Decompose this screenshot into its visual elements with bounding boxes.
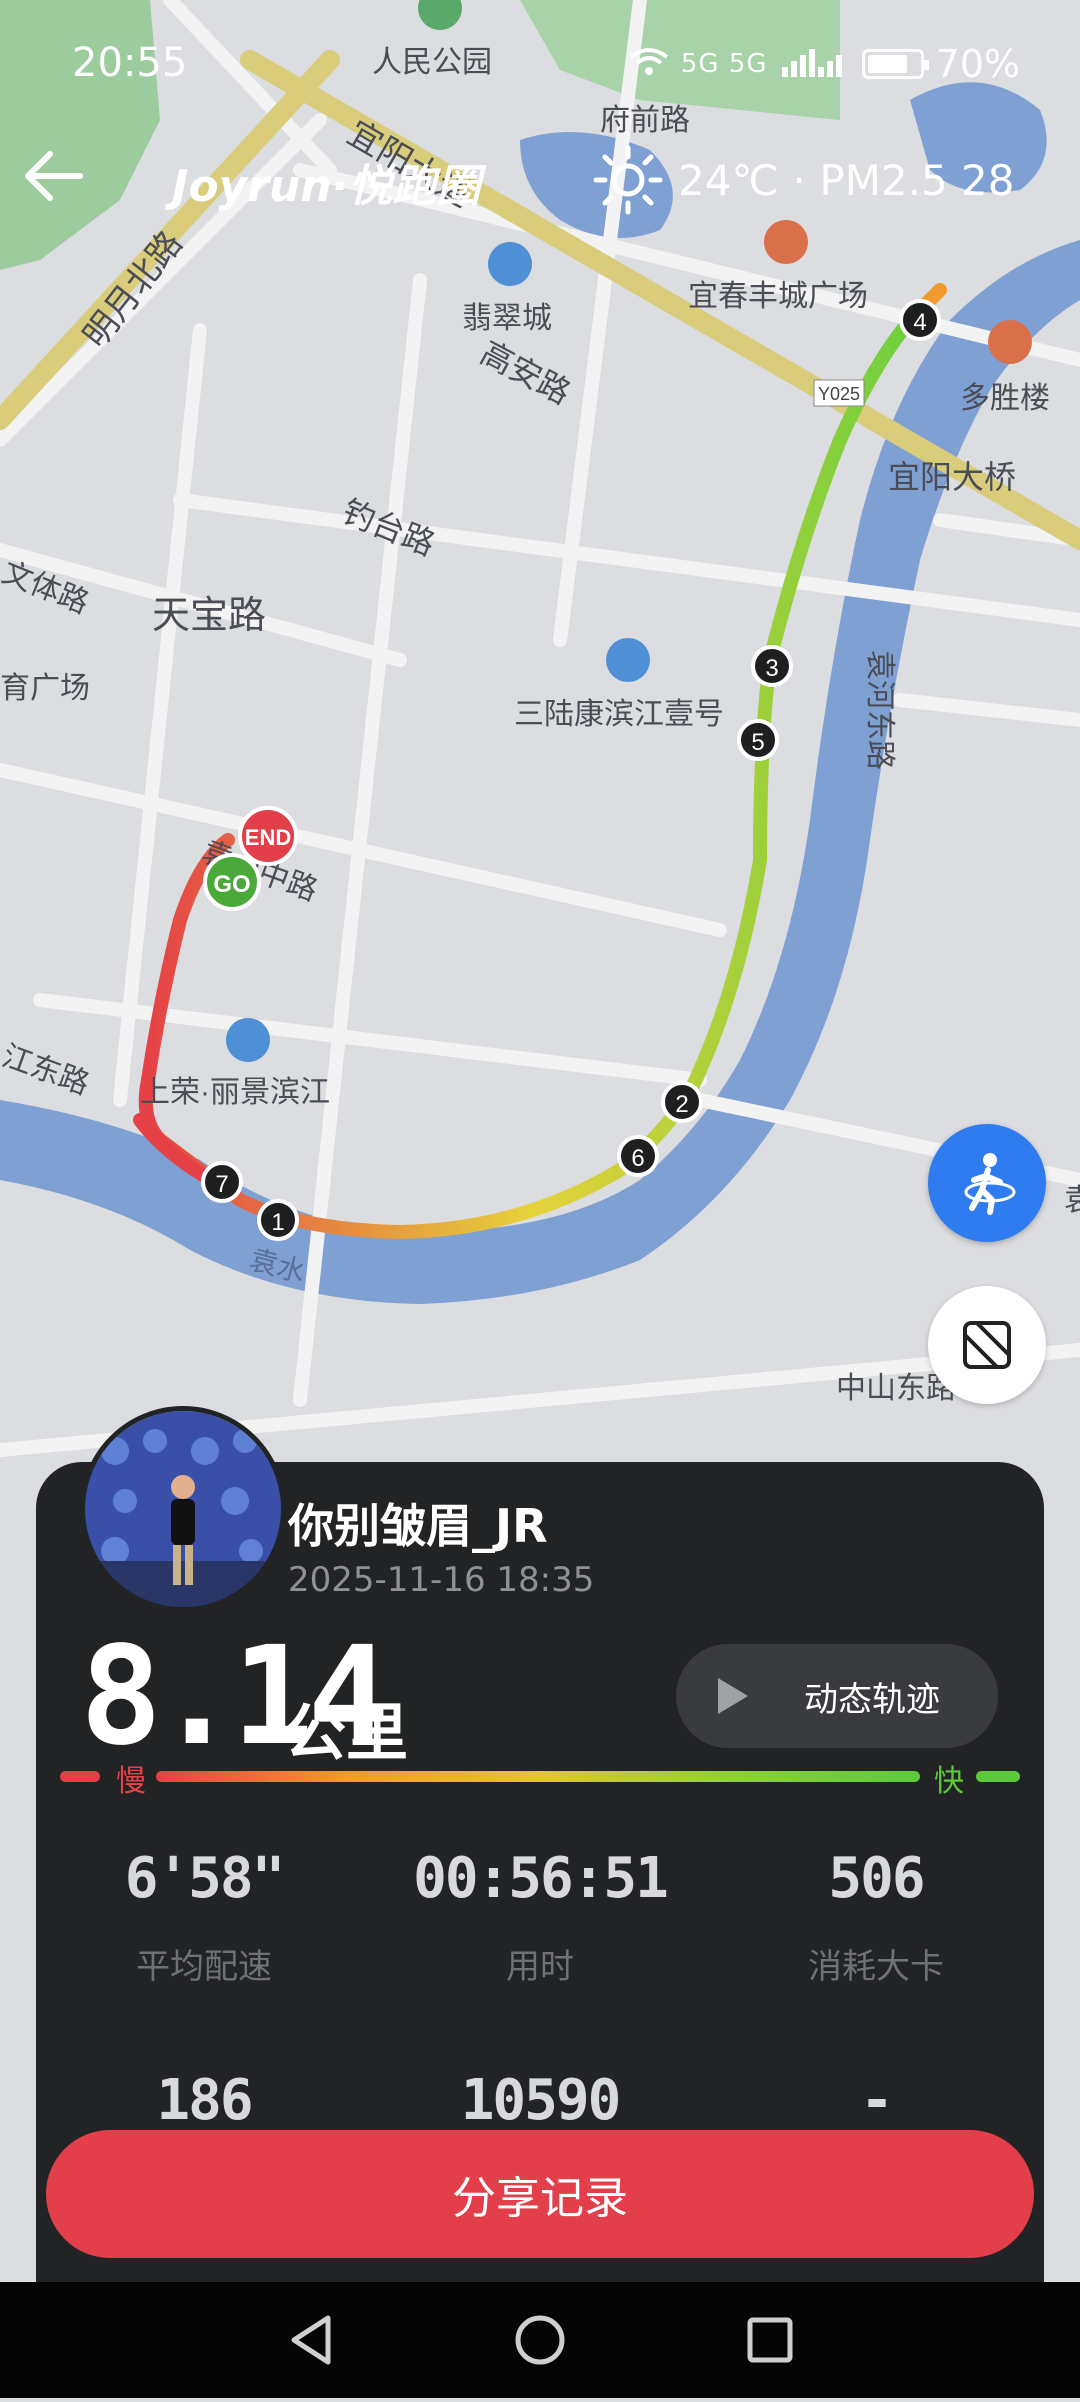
air-quality: · PM2.5 28 [792, 155, 1015, 205]
map-label-tiyu: 育广场 [0, 672, 90, 705]
km-marker-2: 2 [661, 1081, 703, 1123]
svg-text:Y025: Y025 [818, 384, 860, 404]
battery-icon [861, 49, 929, 79]
svg-text:2: 2 [675, 1091, 688, 1118]
stat-cadence: 186 [54, 2068, 354, 2133]
km-marker-4: 4 [899, 299, 941, 341]
pace-legend-fast: 快 [934, 1764, 964, 1799]
pace-legend-slow-swatch [60, 1771, 100, 1782]
stat-duration: 00:56:51 用时 [390, 1846, 690, 1988]
nav-recents-icon[interactable] [747, 2317, 793, 2363]
road-code-badge: Y025 [813, 379, 865, 407]
back-button[interactable] [20, 140, 90, 210]
svg-text:4: 4 [913, 309, 926, 336]
svg-text:5: 5 [751, 729, 764, 756]
stat-value: 00:56:51 [413, 1846, 669, 1911]
end-marker: END [238, 806, 298, 866]
svg-text:7: 7 [215, 1171, 228, 1198]
fit-view-icon [963, 1321, 1011, 1369]
nav-home-icon[interactable] [515, 2315, 565, 2365]
status-time: 20:55 [72, 40, 188, 86]
status-icons: 5G 5G 70% [629, 42, 1020, 86]
stat-value: 506 [828, 1846, 925, 1911]
map-label-bridge: 宜阳大桥 [888, 459, 1016, 495]
stat-label: 消耗大卡 [808, 1947, 944, 1987]
stat-calories: 506 消耗大卡 [726, 1846, 1026, 1988]
map-label-rongli: 上荣·丽景滨江 [140, 1076, 330, 1109]
pace-legend-fast-swatch [976, 1771, 1020, 1782]
km-marker-5: 5 [737, 719, 779, 761]
run-date: 2025-11-16 18:35 [288, 1560, 595, 1600]
km-marker-7: 7 [201, 1161, 243, 1203]
km-marker-1: 1 [257, 1199, 299, 1241]
map-label-feicui: 翡翠城 [462, 302, 552, 335]
map-label-yuan: 袁 [1064, 1184, 1080, 1217]
dynamic-track-button[interactable]: 动态轨迹 [676, 1644, 998, 1748]
km-marker-6: 6 [617, 1135, 659, 1177]
weather-info: 24℃ · PM2.5 28 [592, 144, 1014, 216]
svg-text:6: 6 [631, 1145, 644, 1172]
sun-icon [593, 145, 663, 215]
user-name: 你别皱眉_JR [288, 1499, 548, 1553]
fit-route-button[interactable] [928, 1286, 1046, 1404]
dynamic-track-label: 动态轨迹 [804, 1679, 940, 1720]
map-label-tianbao: 天宝路 [152, 595, 266, 637]
svg-text:END: END [245, 825, 291, 850]
stat-value: 6'58" [124, 1846, 286, 1911]
stat-avg-pace: 6'58" 平均配速 [54, 1846, 354, 1988]
stat-value: 10590 [460, 2068, 622, 2133]
share-record-button[interactable]: 分享记录 [46, 2130, 1034, 2258]
km-marker-3: 3 [751, 645, 793, 687]
brand-logo: Joyrun·悦跑圈 [172, 161, 481, 212]
go-marker: GO [203, 853, 261, 911]
map-label-fengcheng: 宜春丰城广场 [688, 280, 868, 313]
battery-level: 70% [935, 42, 1020, 86]
map-label-fuqian: 府前路 [600, 104, 690, 137]
runner-icon [964, 1153, 1016, 1215]
map-label-duosheng: 多胜楼 [960, 382, 1050, 415]
stat-label: 用时 [506, 1947, 574, 1987]
temperature: 24℃ [678, 155, 779, 205]
play-icon [718, 1678, 748, 1714]
pace-gradient-bar [156, 1771, 920, 1782]
nav-back-icon[interactable] [291, 2315, 331, 2365]
svg-text:3: 3 [765, 655, 778, 682]
run-mode-button[interactable] [928, 1124, 1046, 1242]
map-label-sanlu: 三陆康滨江壹号 [514, 698, 724, 731]
stat-steps: 10590 [390, 2068, 690, 2133]
back-arrow-icon [25, 151, 83, 201]
signal-icon [780, 42, 850, 86]
wifi-icon [629, 42, 669, 86]
svg-text:1: 1 [271, 1209, 284, 1236]
stat-value: - [860, 2068, 894, 2133]
map-label-yuanhe: 袁河东路 [863, 650, 896, 770]
avatar[interactable] [80, 1406, 286, 1612]
network-type: 5G 5G [680, 49, 768, 79]
stat-heart-rate: - [726, 2068, 1026, 2133]
stat-value: 186 [156, 2068, 253, 2133]
system-nav-bar [0, 2282, 1080, 2398]
stat-label: 平均配速 [136, 1947, 272, 1987]
map-label-park: 人民公园 [372, 46, 492, 79]
distance-unit: 公里 [284, 1696, 409, 1769]
svg-text:GO: GO [213, 871, 250, 898]
pace-legend-slow: 慢 [116, 1764, 146, 1799]
